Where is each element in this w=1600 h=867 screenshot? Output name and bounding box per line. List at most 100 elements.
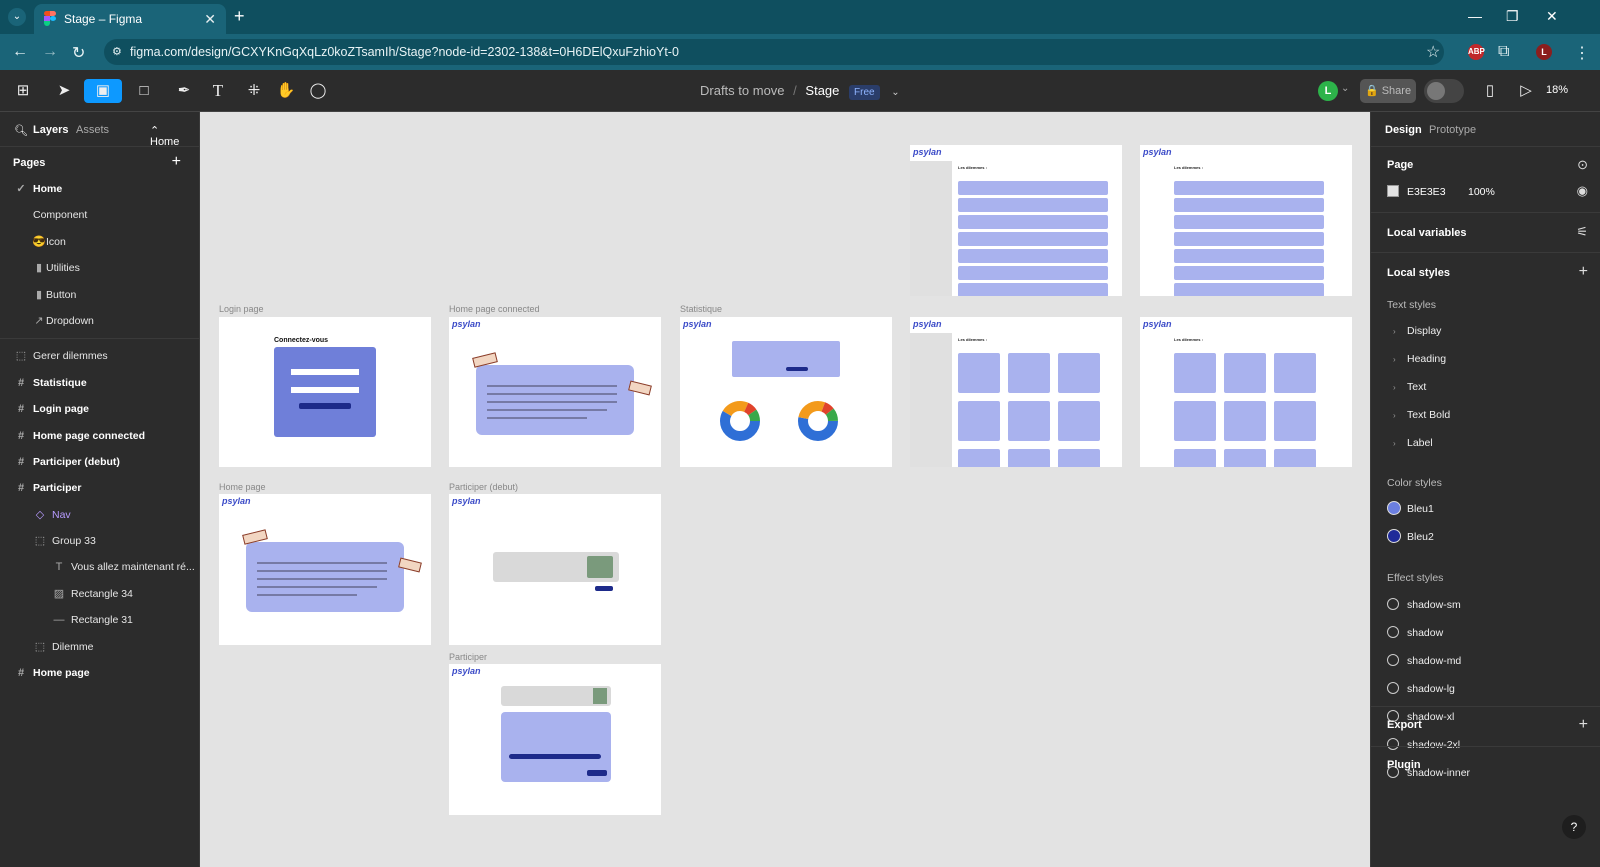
layer-item[interactable]: ⬚ Gerer dilemmes (0, 343, 199, 369)
comment-tool-icon[interactable]: ◯ (306, 79, 330, 103)
layer-item[interactable]: # Participer (debut) (0, 449, 199, 475)
bookmark-star-icon[interactable]: ☆ (1426, 42, 1440, 62)
layer-item[interactable]: — Rectangle 31 (0, 607, 199, 633)
tab-assets[interactable]: Assets (76, 124, 109, 136)
layer-item[interactable]: # Statistique (0, 370, 199, 396)
add-export-icon[interactable]: + (1579, 716, 1588, 734)
resources-icon[interactable]: ⁜ (242, 79, 266, 103)
layer-item[interactable]: # Login page (0, 396, 199, 422)
tab-prototype[interactable]: Prototype (1429, 124, 1476, 136)
canvas[interactable]: psylan Les dilemmes : psylan Les dilemme… (200, 112, 1370, 867)
search-icon[interactable]: 🔍︎ (14, 124, 28, 137)
frame-gerer-dilemmes-1[interactable]: psylan Les dilemmes : (910, 145, 1122, 296)
url-field[interactable]: ⚙ figma.com/design/GCXYKnGqXqLz0koZTsamI… (104, 39, 1444, 65)
frame-gerer-dilemmes-4[interactable]: psylan Les dilemmes : (1140, 317, 1352, 467)
close-window-icon[interactable]: ✕ (1546, 8, 1558, 25)
pen-tool-icon[interactable]: ✒ (172, 79, 196, 103)
frame-label-statistique[interactable]: Statistique (680, 304, 722, 314)
page-item[interactable]: ▮ Button (0, 282, 199, 308)
share-button[interactable]: 🔒 Share (1360, 79, 1416, 103)
layer-item[interactable]: ▨ Rectangle 34 (0, 581, 199, 607)
effect-style-label[interactable]: shadow-lg (1407, 683, 1455, 695)
layer-item[interactable]: # Home page connected (0, 423, 199, 449)
page-item[interactable]: 😎 Icon (0, 229, 199, 255)
file-name[interactable]: Stage (805, 83, 839, 98)
reload-icon[interactable]: ↻ (72, 43, 85, 63)
browser-menu-icon[interactable]: ⋮ (1574, 43, 1590, 63)
hand-tool-icon[interactable]: ✋ (274, 79, 298, 103)
move-tool-icon[interactable]: ➤ (52, 79, 76, 103)
adblock-icon[interactable]: ABP (1468, 44, 1485, 60)
frame-home-page-connected[interactable]: psylan (449, 317, 661, 467)
tab-search-button[interactable]: ⌄ (8, 8, 26, 26)
frame-statistique[interactable]: psylan (680, 317, 892, 467)
page-item[interactable]: Component (0, 202, 199, 228)
text-style-item[interactable]: › Heading (1393, 353, 1446, 365)
frame-gerer-dilemmes-2[interactable]: psylan Les dilemmes : (1140, 145, 1352, 296)
browser-tab[interactable]: Stage – Figma ✕ (34, 4, 226, 34)
frame-label-participer[interactable]: Participer (449, 652, 487, 662)
effect-style-label[interactable]: shadow (1407, 627, 1443, 639)
breadcrumb-parent[interactable]: Drafts to move (700, 83, 785, 98)
frame-participer[interactable]: psylan (449, 664, 661, 815)
frame-gerer-dilemmes-3[interactable]: psylan Les dilemmes : (910, 317, 1122, 467)
dev-mode-toggle[interactable] (1424, 79, 1464, 103)
local-variables-title[interactable]: Local variables (1387, 227, 1467, 239)
tab-layers[interactable]: Layers (33, 124, 68, 136)
effect-style-label[interactable]: shadow-sm (1407, 599, 1461, 611)
user-avatar[interactable]: L (1318, 81, 1338, 101)
chevron-down-icon[interactable]: ⌄ (1341, 83, 1349, 94)
frame-label-home[interactable]: Home page (219, 482, 266, 492)
restore-icon[interactable]: ❐ (1506, 8, 1519, 25)
frame-login-page[interactable]: Connectez-vous (219, 317, 431, 467)
layer-item[interactable]: ◇ Nav (0, 502, 199, 528)
profile-avatar[interactable]: L (1536, 44, 1552, 60)
color-style-label[interactable]: Bleu2 (1407, 531, 1434, 543)
layer-item[interactable]: # Participer (0, 475, 199, 501)
frame-label-login[interactable]: Login page (219, 304, 264, 314)
text-style-item[interactable]: › Text (1393, 381, 1426, 393)
layer-item[interactable]: ⬚ Dilemme (0, 634, 199, 660)
page-opacity-value[interactable]: 100% (1468, 186, 1495, 198)
page-item[interactable]: ↗ Dropdown (0, 308, 199, 334)
frame-label-participer-debut[interactable]: Participer (debut) (449, 482, 518, 492)
color-swatch[interactable] (1387, 501, 1401, 515)
library-book-icon[interactable]: ▯ (1478, 79, 1502, 103)
forward-icon[interactable]: → (42, 43, 58, 61)
add-page-icon[interactable]: + (172, 153, 181, 171)
minimize-icon[interactable]: — (1468, 8, 1482, 24)
frame-home-page[interactable]: psylan (219, 494, 431, 645)
page-selector[interactable]: Home ⌃ (150, 124, 179, 148)
add-style-icon[interactable]: + (1579, 263, 1588, 281)
shape-tool-icon[interactable]: □ (132, 79, 156, 103)
eye-icon[interactable]: ◉ (1577, 183, 1588, 199)
main-menu-icon[interactable]: ⊞ (10, 79, 36, 103)
text-style-item[interactable]: › Label (1393, 437, 1433, 449)
present-play-icon[interactable]: ▷ (1514, 79, 1538, 103)
layer-item[interactable]: T Vous allez maintenant ré... (0, 554, 199, 580)
new-tab-icon[interactable]: + (234, 6, 245, 27)
frame-label-home-connected[interactable]: Home page connected (449, 304, 540, 314)
page-color-value[interactable]: E3E3E3 (1407, 186, 1446, 198)
page-settings-icon[interactable]: ⊙ (1577, 157, 1588, 173)
text-style-item[interactable]: › Text Bold (1393, 409, 1450, 421)
color-swatch[interactable] (1387, 529, 1401, 543)
effect-style-label[interactable]: shadow-md (1407, 655, 1461, 667)
tab-design[interactable]: Design (1385, 124, 1422, 136)
close-tab-icon[interactable]: ✕ (204, 11, 216, 28)
zoom-level[interactable]: 18% (1546, 84, 1568, 96)
site-info-icon[interactable]: ⚙ (112, 39, 122, 65)
color-style-label[interactable]: Bleu1 (1407, 503, 1434, 515)
text-style-item[interactable]: › Display (1393, 325, 1441, 337)
chevron-down-icon[interactable]: ⌄ (891, 87, 899, 98)
text-tool-icon[interactable]: T (206, 79, 230, 103)
back-icon[interactable]: ← (12, 43, 28, 61)
page-item[interactable]: ▮ Utilities (0, 255, 199, 281)
help-icon[interactable]: ? (1562, 815, 1586, 839)
page-item[interactable]: ✓ Home (0, 176, 199, 202)
page-color-swatch[interactable] (1387, 185, 1399, 197)
extensions-icon[interactable]: ⧉ (1498, 43, 1509, 61)
sliders-icon[interactable]: ⚟ (1576, 224, 1588, 240)
frame-tool-icon[interactable]: ▣ (84, 79, 122, 103)
frame-participer-debut[interactable]: psylan (449, 494, 661, 645)
